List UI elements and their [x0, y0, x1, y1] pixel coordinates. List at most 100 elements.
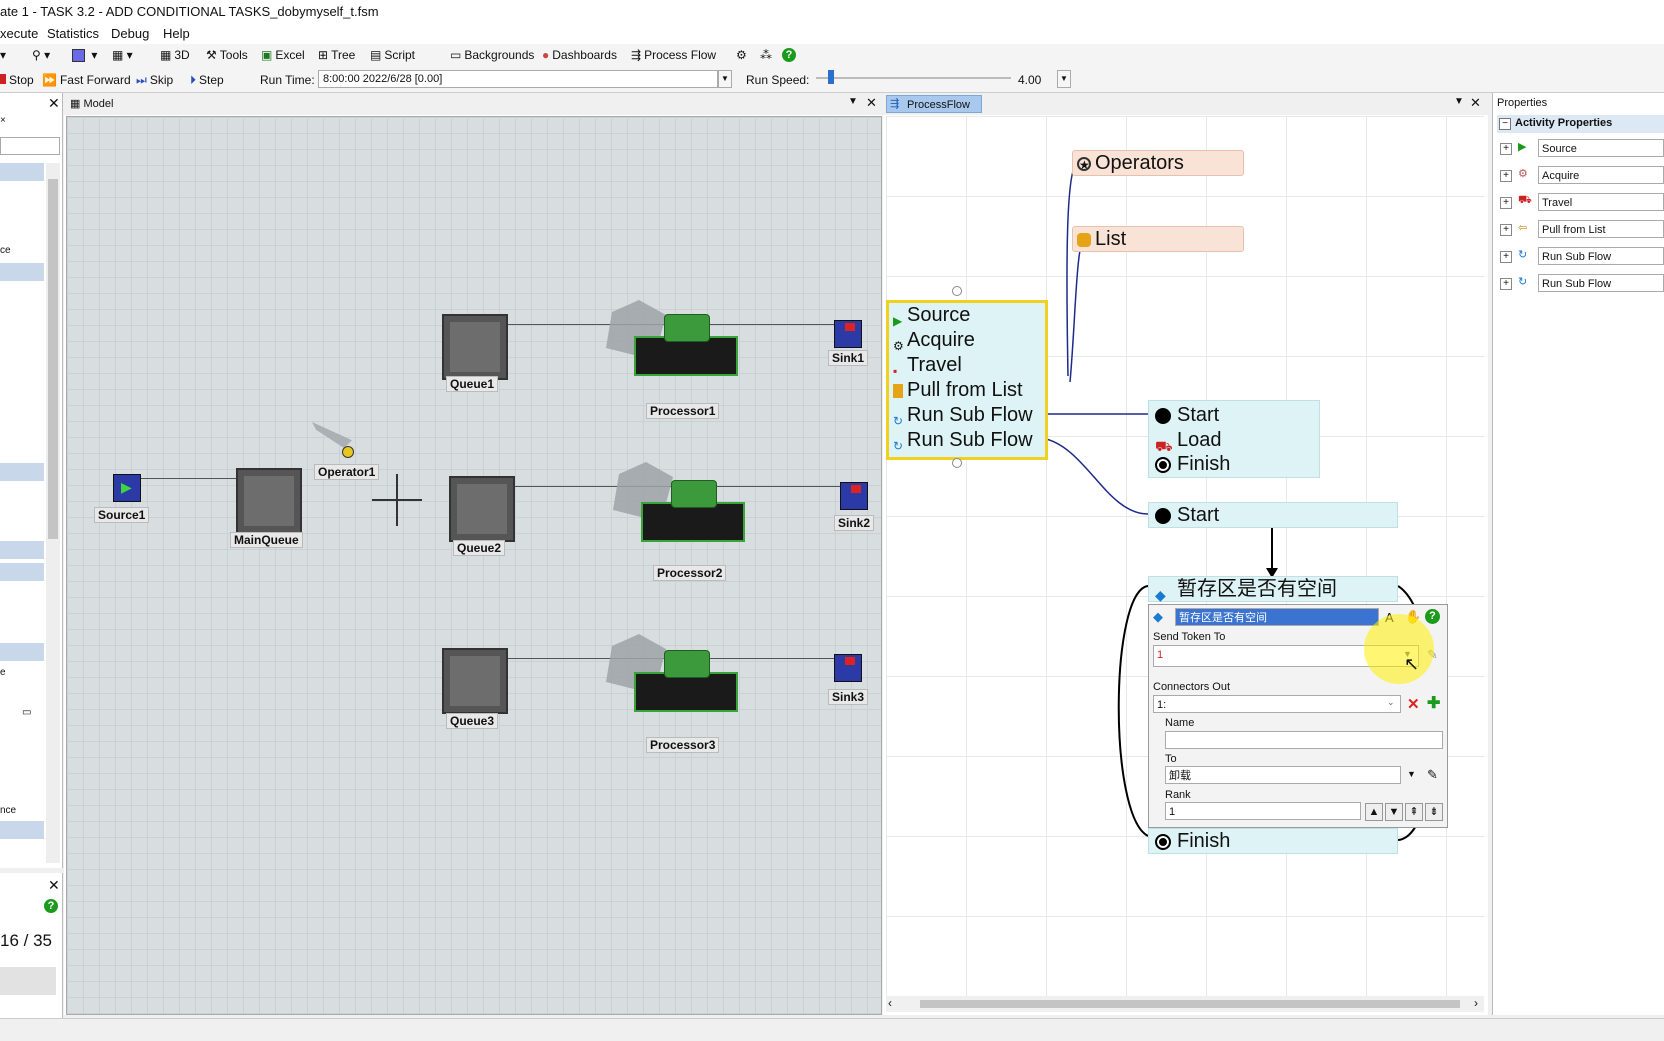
activity-finish-2[interactable]: Finish	[1149, 829, 1230, 853]
expand-icon[interactable]: +	[1500, 278, 1512, 290]
network-icon[interactable]: ⁂	[760, 48, 772, 62]
connector-to-input[interactable]: 卸载	[1165, 766, 1401, 784]
activity-run-sub-flow-1[interactable]: ↻ Run Sub Flow	[889, 403, 1033, 428]
prop-row-travel[interactable]: + ⛟ Travel	[1496, 192, 1664, 214]
processor3-object[interactable]	[634, 672, 738, 712]
stop-button[interactable]: Stop	[0, 73, 34, 87]
add-icon[interactable]: ✚	[1427, 693, 1440, 713]
chevron-down-icon[interactable]: ⌄	[1387, 697, 1395, 708]
help-icon[interactable]: ?	[44, 899, 58, 913]
toolbar-script[interactable]: ▤ Script	[370, 48, 415, 62]
scrollbar-thumb[interactable]	[920, 1000, 1460, 1008]
eyedropper-icon[interactable]: ✎	[1427, 767, 1438, 783]
prop-row-pull-from-list[interactable]: + ⇦ Pull from List	[1496, 219, 1664, 241]
library-group-header[interactable]	[0, 163, 44, 181]
activity-source[interactable]: ▶ Source	[889, 303, 970, 328]
minimize-icon[interactable]: ▭	[22, 707, 31, 718]
scrollbar-thumb[interactable]	[48, 179, 58, 539]
activity-name-input[interactable]: 暂存区是否有空间	[1175, 608, 1379, 626]
model-3d-view[interactable]	[66, 116, 882, 1015]
rank-input[interactable]: 1	[1165, 802, 1361, 820]
activity-run-sub-flow-2[interactable]: ↻ Run Sub Flow	[889, 428, 1033, 453]
close-icon[interactable]: ×	[0, 115, 6, 126]
connectors-out-select[interactable]: 1:	[1153, 695, 1401, 713]
toolbar-3d[interactable]: ▦ 3D	[160, 48, 190, 62]
gear-icon[interactable]: ⚙	[736, 48, 747, 62]
prop-row-acquire[interactable]: + ⚙ Acquire	[1496, 165, 1664, 187]
expand-icon[interactable]: +	[1500, 143, 1512, 155]
color-square-icon[interactable]: ▾	[72, 48, 97, 63]
menu-help[interactable]: Help	[163, 26, 190, 41]
activity-load[interactable]: ⛟ Load	[1149, 428, 1222, 454]
menu-debug[interactable]: Debug	[111, 26, 149, 41]
close-icon[interactable]: ✕	[1470, 95, 1481, 111]
expand-icon[interactable]: +	[1500, 170, 1512, 182]
view-icon[interactable]: ▦ ▾	[112, 48, 133, 62]
close-icon[interactable]: ✕	[48, 95, 60, 112]
run-time-field[interactable]: 8:00:00 2022/6/28 [0.00]	[318, 70, 718, 88]
activity-decide[interactable]: ◆ 暂存区是否有空间	[1149, 577, 1337, 603]
rank-down-button[interactable]: ▼	[1385, 803, 1403, 821]
step-button[interactable]: ⏵ Step	[190, 73, 224, 88]
processflow-tab[interactable]: ProcessFlow	[886, 95, 982, 113]
prop-row-run-sub-flow-1[interactable]: + ↻ Run Sub Flow	[1496, 246, 1664, 268]
mainqueue-object[interactable]	[236, 468, 302, 534]
sub-flow-2-finish[interactable]: Finish	[1148, 828, 1398, 854]
library-group-header[interactable]	[0, 563, 44, 581]
menu-statistics[interactable]: Statistics	[47, 26, 99, 41]
library-group-header[interactable]	[0, 263, 44, 281]
menu-execute[interactable]: xecute	[0, 26, 38, 41]
activity-start-2[interactable]: Start	[1149, 503, 1219, 527]
toolbar-backgrounds[interactable]: ▭ Backgrounds	[450, 48, 534, 62]
prop-row-run-sub-flow-2[interactable]: + ↻ Run Sub Flow	[1496, 273, 1664, 295]
operator1-object[interactable]	[312, 422, 356, 462]
source1-object[interactable]: ▶	[113, 474, 141, 502]
library-group-header[interactable]	[0, 643, 44, 661]
expand-icon[interactable]: +	[1500, 224, 1512, 236]
queue1-object[interactable]	[442, 314, 508, 380]
close-icon[interactable]: ✕	[48, 877, 60, 894]
run-speed-slider-thumb[interactable]	[828, 70, 834, 84]
main-flow-block[interactable]: ▶ Source ⚙ Acquire ▪ Travel Pull from List …	[886, 300, 1048, 460]
delete-icon[interactable]: ✕	[1407, 695, 1420, 713]
library-group-header[interactable]	[0, 541, 44, 559]
sink3-object[interactable]	[834, 654, 862, 682]
skip-button[interactable]: ⏭ Skip	[136, 73, 173, 88]
help-icon[interactable]: ?	[782, 48, 796, 62]
connector-name-input[interactable]	[1165, 731, 1443, 749]
toolbar-dropdown-2[interactable]: ⚲ ▾	[32, 48, 50, 62]
prop-row-source[interactable]: + ▶ Source	[1496, 138, 1664, 160]
help-icon[interactable]: ?	[1425, 609, 1440, 624]
toolbar-tree[interactable]: ⊞ Tree	[318, 48, 355, 62]
dropdown-arrow-icon[interactable]: ▼	[1407, 769, 1416, 779]
toolbar-excel[interactable]: ▣ Excel	[261, 48, 305, 62]
close-icon[interactable]: ✕	[866, 95, 877, 111]
sub-flow-block-1[interactable]: Start ⛟ Load Finish	[1148, 400, 1320, 478]
activity-start[interactable]: Start	[1149, 403, 1219, 427]
list-resource[interactable]: List	[1072, 226, 1244, 252]
rank-top-button[interactable]: ⇞	[1405, 803, 1423, 821]
toolbar-dropdown-1[interactable]: ▾	[0, 48, 6, 62]
queue3-object[interactable]	[442, 648, 508, 714]
expand-icon[interactable]: +	[1500, 197, 1512, 209]
library-group-header[interactable]	[0, 821, 44, 839]
processflow-hscrollbar[interactable]: ‹ ›	[886, 996, 1484, 1012]
library-group-header[interactable]	[0, 463, 44, 481]
toolbar-dashboards[interactable]: ● Dashboards	[542, 48, 617, 62]
model-tab[interactable]: ▦ Model	[70, 97, 113, 110]
resize-handle[interactable]	[952, 458, 962, 468]
rank-bottom-button[interactable]: ⇟	[1425, 803, 1443, 821]
resize-handle[interactable]	[952, 286, 962, 296]
activity-acquire[interactable]: ⚙ Acquire	[889, 328, 975, 353]
sub-flow-2-start[interactable]: Start	[1148, 502, 1398, 528]
expand-icon[interactable]: +	[1500, 251, 1512, 263]
sink1-object[interactable]	[834, 320, 862, 348]
scroll-left-icon[interactable]: ‹	[888, 996, 892, 1010]
decide-activity[interactable]: ◆ 暂存区是否有空间	[1148, 576, 1398, 603]
processor1-object[interactable]	[634, 336, 738, 376]
run-time-dropdown[interactable]: ▼	[718, 70, 732, 88]
toolbar-process-flow[interactable]: ⇶ Process Flow	[631, 48, 716, 62]
activity-properties-header[interactable]: − Activity Properties	[1497, 115, 1664, 133]
operators-resource[interactable]: ★ Operators	[1072, 150, 1244, 176]
activity-travel[interactable]: ▪ Travel	[889, 353, 962, 378]
